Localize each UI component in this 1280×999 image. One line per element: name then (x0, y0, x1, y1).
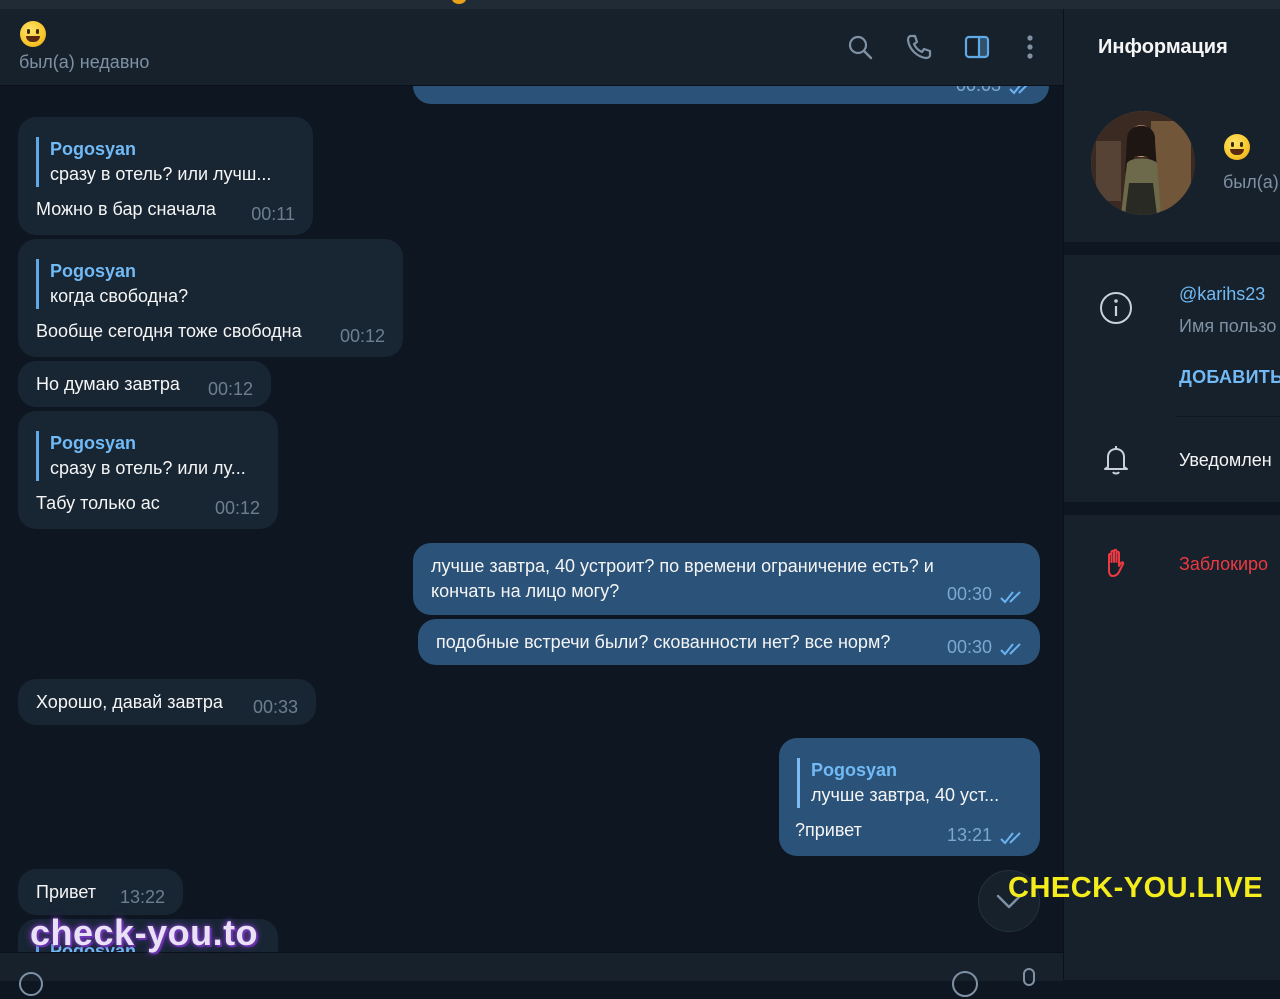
notification-dot (452, 0, 466, 4)
reply-author: Pogosyan (50, 139, 137, 159)
messages-area[interactable]: 00:03 Pogosyan сразу в отель? или лучш..… (0, 86, 1063, 952)
notifications-toggle[interactable]: Уведомлен (1179, 450, 1272, 471)
row-divider (1176, 416, 1280, 417)
message-input-bar[interactable] (0, 952, 1063, 997)
message-time: 00:12 (214, 498, 260, 518)
hand-stop-icon (1108, 548, 1125, 577)
microphone-icon[interactable] (1018, 967, 1040, 997)
info-icon (1100, 292, 1132, 324)
message-text: подобные встречи были? скованности нет? … (436, 632, 891, 652)
phone-icon[interactable] (905, 33, 933, 61)
read-check-icon (1000, 832, 1021, 845)
message-time: 00:33 (252, 697, 298, 717)
message-text: Привет (36, 882, 97, 902)
message-text: Можно в бар сначала (36, 199, 216, 219)
read-check-icon (1000, 643, 1021, 656)
emoji-icon[interactable] (950, 969, 980, 999)
username-caption: Имя пользо (1179, 316, 1277, 336)
chat-status: был(а) недавно (19, 52, 150, 72)
read-check-icon (1000, 591, 1021, 604)
section-separator (1064, 242, 1280, 255)
message-outgoing[interactable]: подобные встречи были? скованности нет? … (418, 619, 1040, 665)
add-contact-button[interactable]: ДОБАВИТЬ (1179, 367, 1280, 388)
watermark-left: check-you.to (30, 912, 259, 953)
reply-text: когда свободна? (50, 286, 189, 306)
message-text: Но думаю завтра (36, 374, 180, 394)
message-time: 00:30 (946, 584, 992, 604)
message-time: 00:12 (207, 379, 253, 399)
reply-text: сразу в отель? или лучш... (50, 164, 272, 184)
message-time: 00:30 (946, 637, 992, 657)
more-vertical-icon[interactable] (1016, 33, 1044, 61)
reply-author: Pogosyan (50, 433, 137, 453)
message-time: 00:03 (956, 86, 1001, 98)
window-top-strip (0, 0, 1280, 9)
reply-author: Pogosyan (50, 261, 137, 281)
section-separator (1064, 502, 1280, 515)
message-outgoing[interactable]: Pogosyan лучше завтра, 40 уст... ?привет… (779, 738, 1040, 856)
message-incoming[interactable]: Pogosyan когда свободна? Вообще сегодня … (18, 239, 403, 357)
profile-status: был(а) (1223, 172, 1279, 192)
message-incoming[interactable]: Pogosyan сразу в отель? или лучш... Можн… (18, 117, 313, 235)
message-incoming[interactable]: Хорошо, давай завтра 00:33 (18, 679, 316, 725)
reply-quote[interactable]: Pogosyan лучше завтра, 40 уст... (797, 758, 999, 808)
message-incoming[interactable]: Привет 13:22 (18, 869, 183, 915)
watermark-right: CHECK-YOU.LIVE (1008, 872, 1264, 904)
message-incoming[interactable]: Pogosyan сразу в отель? или лу... Табу т… (18, 411, 278, 529)
message-text: Вообще сегодня тоже свободна (36, 321, 302, 341)
avatar[interactable] (1091, 111, 1195, 215)
sidebar-toggle-icon[interactable] (963, 33, 991, 61)
reply-author: Pogosyan (811, 760, 898, 780)
attach-icon[interactable] (18, 971, 44, 997)
username-link[interactable]: @karihs23 (1179, 284, 1265, 305)
message-time: 00:12 (339, 326, 385, 346)
bell-icon (1104, 446, 1128, 475)
info-panel[interactable]: Информация был(а) @karihs23 Имя пользо Д… (1064, 9, 1280, 980)
read-check-icon (1009, 86, 1028, 95)
message-text: Хорошо, давай завтра (36, 692, 223, 712)
message-text-line-1: лучше завтра, 40 устроит? по времени огр… (431, 556, 934, 576)
reply-quote[interactable]: Pogosyan когда свободна? (36, 259, 302, 309)
profile-emoji (1224, 134, 1250, 160)
search-icon[interactable] (846, 33, 874, 61)
message-time: 13:21 (946, 825, 992, 845)
message-incoming[interactable]: Но думаю завтра 00:12 (18, 361, 271, 407)
message-time: 13:22 (119, 887, 165, 907)
reply-quote[interactable]: Pogosyan сразу в отель? или лучш... (36, 137, 271, 187)
message-time: 00:11 (251, 204, 295, 224)
reply-quote[interactable]: Pogosyan сразу в отель? или лу... (36, 431, 246, 481)
message-outgoing[interactable]: 00:03 (413, 86, 1049, 104)
chat-header[interactable]: был(а) недавно (0, 9, 1063, 86)
message-outgoing[interactable]: лучше завтра, 40 устроит? по времени огр… (413, 543, 1040, 615)
info-title: Информация (1098, 36, 1228, 58)
reply-text: лучше завтра, 40 уст... (811, 785, 1000, 805)
message-text-line-2: кончать на лицо могу? (431, 581, 620, 601)
chat-name-emoji (20, 21, 46, 47)
block-user-button[interactable]: Заблокиро (1179, 554, 1268, 575)
reply-text: сразу в отель? или лу... (50, 458, 246, 478)
